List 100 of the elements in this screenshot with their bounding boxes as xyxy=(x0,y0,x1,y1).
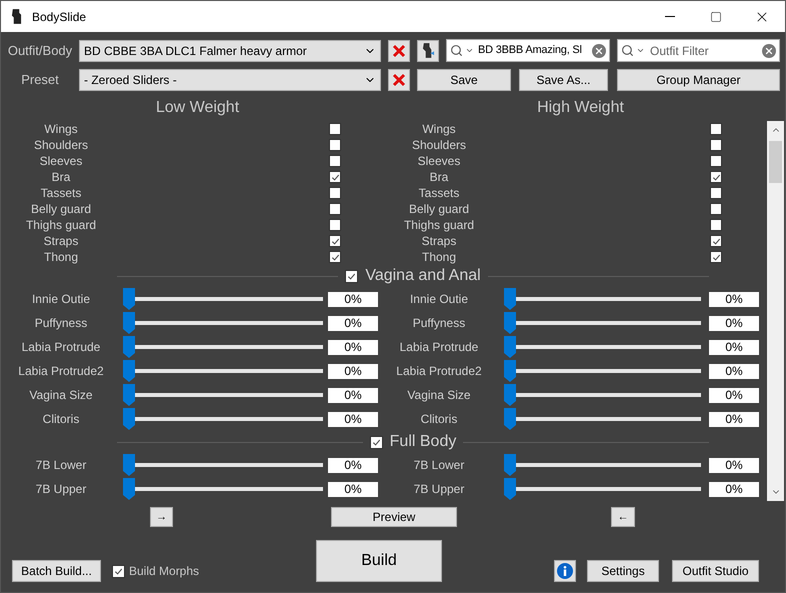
slider-value-field[interactable]: 0% xyxy=(328,482,378,496)
slider-value-field[interactable]: 0% xyxy=(709,412,759,426)
checkbox[interactable] xyxy=(710,171,722,183)
batch-build-button[interactable]: Batch Build... xyxy=(12,560,101,582)
zap-label: Shoulders xyxy=(32,137,90,154)
slider[interactable] xyxy=(123,312,323,334)
clear-button[interactable] xyxy=(388,68,410,90)
slider-thumb[interactable] xyxy=(123,408,135,430)
checkbox[interactable] xyxy=(710,123,722,135)
slider-thumb[interactable] xyxy=(504,454,516,476)
slider-thumb[interactable] xyxy=(123,312,135,334)
checkbox[interactable] xyxy=(710,251,722,263)
slider-value-field[interactable]: 0% xyxy=(328,412,378,426)
slider-value-field[interactable]: 0% xyxy=(709,364,759,378)
slider-value-field[interactable]: 0% xyxy=(328,316,378,330)
slider[interactable] xyxy=(504,312,701,334)
check-icon xyxy=(347,272,356,280)
slider-value-field[interactable]: 0% xyxy=(709,388,759,402)
clear-icon[interactable] xyxy=(762,44,776,58)
slider-value-field[interactable]: 0% xyxy=(328,340,378,354)
clear-icon[interactable] xyxy=(592,44,606,58)
slider-thumb[interactable] xyxy=(123,336,135,358)
checkbox[interactable] xyxy=(710,155,722,167)
checkbox[interactable] xyxy=(710,203,722,215)
slider-value-field[interactable]: 0% xyxy=(709,482,759,496)
slider-value-field[interactable]: 0% xyxy=(328,364,378,378)
outfit-filter-field[interactable]: Outfit Filter xyxy=(617,39,780,62)
copy-right-button[interactable]: → xyxy=(150,507,173,527)
slider-value-field[interactable]: 0% xyxy=(328,458,378,472)
slider[interactable] xyxy=(123,454,323,476)
checkbox[interactable] xyxy=(329,203,341,215)
slider[interactable] xyxy=(123,360,323,382)
preset-label: Preset xyxy=(20,70,60,89)
slider[interactable] xyxy=(504,408,701,430)
slider[interactable] xyxy=(504,478,701,500)
preset-button[interactable]: Save As... xyxy=(519,68,608,90)
preset-button[interactable]: Save xyxy=(417,68,511,90)
checkbox[interactable] xyxy=(329,251,341,263)
checkbox[interactable] xyxy=(710,139,722,151)
checkbox[interactable] xyxy=(710,235,722,247)
scroll-thumb[interactable] xyxy=(769,141,782,183)
outfit-search-field[interactable]: BD 3BBB Amazing, Sl xyxy=(446,39,610,62)
slider-value-field[interactable]: 0% xyxy=(709,340,759,354)
checkbox[interactable] xyxy=(710,187,722,199)
slider-value-field[interactable]: 0% xyxy=(328,388,378,402)
slider[interactable] xyxy=(123,478,323,500)
preview-button[interactable]: Preview xyxy=(331,507,457,527)
slider-label: Puffyness xyxy=(412,315,466,332)
slider-thumb[interactable] xyxy=(123,288,135,310)
checkbox[interactable] xyxy=(329,139,341,151)
maximize-icon xyxy=(710,10,722,22)
zap-label: Wings xyxy=(43,121,79,138)
build-button[interactable]: Build xyxy=(316,540,442,582)
slider-label: 7B Upper xyxy=(412,481,466,498)
info-icon xyxy=(557,563,574,579)
checkbox[interactable] xyxy=(329,123,341,135)
preset-button[interactable]: Group Manager xyxy=(617,68,780,90)
checkbox[interactable] xyxy=(370,436,383,448)
clear-button[interactable] xyxy=(388,40,410,62)
footer-button[interactable]: Settings xyxy=(587,560,660,582)
slider-thumb[interactable] xyxy=(504,384,516,406)
slider-thumb[interactable] xyxy=(504,360,516,382)
checkbox[interactable] xyxy=(329,171,341,183)
slider-thumb[interactable] xyxy=(123,384,135,406)
slider-thumb[interactable] xyxy=(504,408,516,430)
checkbox[interactable] xyxy=(112,564,125,578)
outfit-icon-button[interactable] xyxy=(417,40,439,62)
scrollbar[interactable] xyxy=(767,121,784,501)
footer-button[interactable]: Outfit Studio xyxy=(672,560,760,582)
slider-thumb[interactable] xyxy=(504,312,516,334)
slider[interactable] xyxy=(123,384,323,406)
copy-left-button[interactable]: ← xyxy=(611,507,635,527)
slider-thumb[interactable] xyxy=(504,336,516,358)
checkbox[interactable] xyxy=(345,270,358,282)
slider-value-field[interactable]: 0% xyxy=(709,316,759,330)
slider[interactable] xyxy=(504,384,701,406)
slider-thumb[interactable] xyxy=(504,478,516,500)
slider[interactable] xyxy=(123,336,323,358)
outfit-dropdown[interactable]: BD CBBE 3BA DLC1 Falmer heavy armor xyxy=(79,40,381,62)
slider[interactable] xyxy=(504,360,701,382)
filter-input[interactable]: Outfit Filter xyxy=(650,42,760,60)
slider[interactable] xyxy=(504,288,701,310)
slider[interactable] xyxy=(123,408,323,430)
slider[interactable] xyxy=(504,454,701,476)
slider[interactable] xyxy=(123,288,323,310)
slider-value-field[interactable]: 0% xyxy=(328,292,378,306)
checkbox[interactable] xyxy=(329,235,341,247)
info-button[interactable] xyxy=(554,560,576,582)
slider-thumb[interactable] xyxy=(123,454,135,476)
slider-thumb[interactable] xyxy=(504,288,516,310)
slider-thumb[interactable] xyxy=(123,478,135,500)
slider-value-field[interactable]: 0% xyxy=(709,458,759,472)
checkbox[interactable] xyxy=(710,219,722,231)
slider[interactable] xyxy=(504,336,701,358)
checkbox[interactable] xyxy=(329,155,341,167)
slider-thumb[interactable] xyxy=(123,360,135,382)
preset-dropdown[interactable]: - Zeroed Sliders - xyxy=(79,68,381,90)
slider-value-field[interactable]: 0% xyxy=(709,292,759,306)
checkbox[interactable] xyxy=(329,187,341,199)
checkbox[interactable] xyxy=(329,219,341,231)
